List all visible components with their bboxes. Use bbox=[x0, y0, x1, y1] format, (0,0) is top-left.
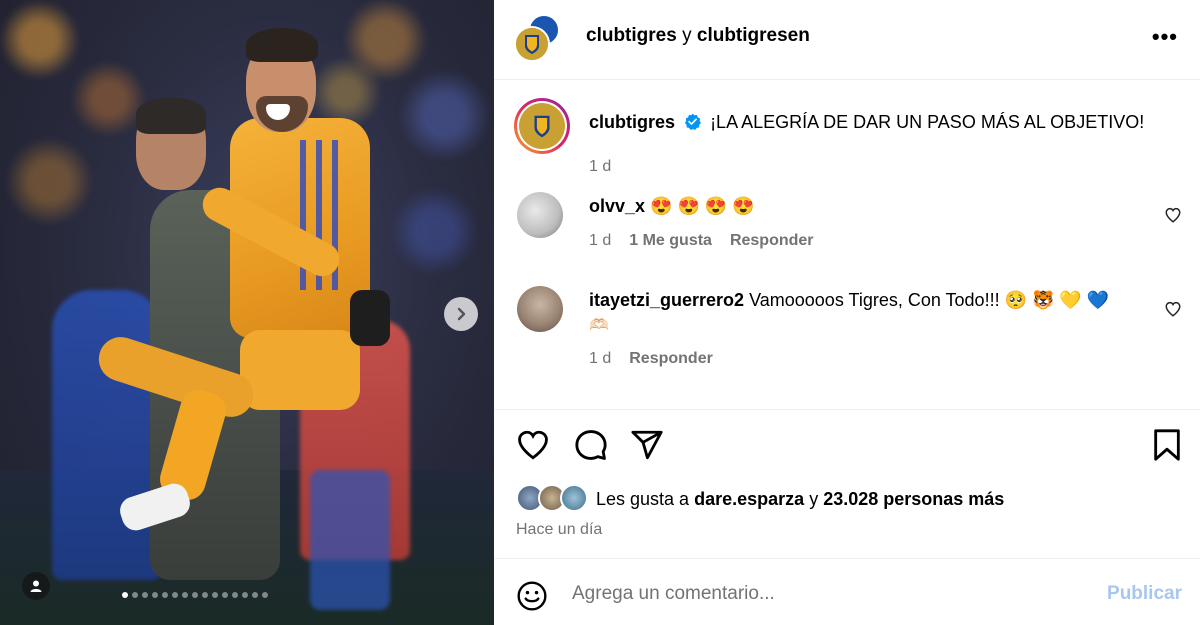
background-player-shorts bbox=[310, 470, 390, 610]
emoji-smiley-icon[interactable] bbox=[516, 580, 548, 612]
post-authors: clubtigres y clubtigresen bbox=[586, 25, 810, 47]
author-link-clubtigresen[interactable]: clubtigresen bbox=[697, 25, 810, 46]
likes-connector: y bbox=[809, 488, 819, 509]
carousel-dot bbox=[182, 592, 188, 598]
post-details-panel: clubtigres y clubtigresen ••• clubtigres… bbox=[494, 0, 1200, 625]
carousel-dot bbox=[192, 592, 198, 598]
comments-section[interactable]: clubtigres ¡LA ALEGRÍA DE DAR UN PASO MÁ… bbox=[494, 80, 1200, 410]
verified-badge-icon bbox=[684, 113, 701, 130]
likes-prefix: Les gusta a bbox=[596, 488, 690, 509]
post-header: clubtigres y clubtigresen ••• bbox=[494, 0, 1200, 80]
comment-text-row: olvv_x 😍 😍 😍 😍 bbox=[589, 194, 1149, 218]
liker-avatars[interactable] bbox=[516, 484, 592, 514]
background-player-blue bbox=[52, 290, 162, 580]
tigres-crest-icon bbox=[519, 103, 565, 149]
caption-meta: 1 d bbox=[589, 158, 611, 176]
bookmark-icon[interactable] bbox=[1152, 428, 1182, 462]
comment-username[interactable]: olvv_x bbox=[589, 196, 645, 216]
likes-summary: Les gusta a dare.esparza y 23.028 person… bbox=[516, 484, 1004, 514]
commenter-avatar[interactable] bbox=[517, 192, 563, 238]
carousel-dot bbox=[172, 592, 178, 598]
post-action-bar bbox=[494, 410, 1200, 480]
comment-username[interactable]: itayetzi_guerrero2 bbox=[589, 290, 744, 310]
carousel-dot bbox=[202, 592, 208, 598]
striker-hair bbox=[246, 28, 318, 62]
comment-item: olvv_x 😍 😍 😍 😍 1 d 1 Me gusta Responder bbox=[514, 192, 1200, 272]
comment-meta: 1 d Responder bbox=[589, 350, 713, 368]
caption-time[interactable]: 1 d bbox=[589, 158, 611, 176]
post-caption: clubtigres ¡LA ALEGRÍA DE DAR UN PASO MÁ… bbox=[514, 98, 1200, 175]
caption-text-row: clubtigres ¡LA ALEGRÍA DE DAR UN PASO MÁ… bbox=[589, 110, 1149, 134]
carousel-dot bbox=[122, 592, 128, 598]
comment-time[interactable]: 1 d bbox=[589, 232, 611, 250]
comment-input[interactable] bbox=[572, 579, 1092, 609]
heart-icon[interactable] bbox=[516, 428, 550, 462]
publish-comment-button[interactable]: Publicar bbox=[1107, 583, 1182, 605]
author-link-clubtigres[interactable]: clubtigres bbox=[586, 25, 677, 46]
carousel-dot bbox=[152, 592, 158, 598]
comment-like-heart-icon[interactable] bbox=[1164, 300, 1182, 318]
liker-username[interactable]: dare.esparza bbox=[694, 489, 804, 510]
striker-shorts bbox=[240, 330, 360, 410]
carousel-dot bbox=[212, 592, 218, 598]
goalkeeper-glove bbox=[350, 290, 390, 346]
collab-avatars[interactable] bbox=[514, 14, 564, 64]
comment-item: itayetzi_guerrero2 Vamooooos Tigres, Con… bbox=[514, 286, 1200, 386]
comment-like-heart-icon[interactable] bbox=[1164, 206, 1182, 224]
carousel-dot bbox=[232, 592, 238, 598]
carousel-dot bbox=[242, 592, 248, 598]
avatar-clubtigres[interactable] bbox=[514, 26, 550, 62]
carousel-indicator bbox=[122, 592, 268, 598]
commenter-avatar[interactable] bbox=[517, 286, 563, 332]
more-options-button[interactable]: ••• bbox=[1152, 24, 1178, 50]
carousel-dot bbox=[142, 592, 148, 598]
comment-bubble-icon[interactable] bbox=[574, 428, 608, 462]
author-connector: y bbox=[682, 25, 692, 46]
chevron-right-icon bbox=[457, 307, 466, 321]
carousel-dot bbox=[222, 592, 228, 598]
add-comment-bar: Publicar bbox=[494, 558, 1200, 625]
goalkeeper-hair bbox=[136, 98, 206, 134]
comment-meta: 1 d 1 Me gusta Responder bbox=[589, 232, 814, 250]
caption-avatar-ring[interactable] bbox=[514, 98, 570, 154]
paper-plane-icon[interactable] bbox=[630, 428, 664, 462]
caption-avatar bbox=[517, 101, 567, 151]
carousel-dot bbox=[162, 592, 168, 598]
comment-body: Vamooooos Tigres, Con Todo!!! 🥺 🐯 💛 💙 bbox=[749, 290, 1110, 310]
tagged-users-button[interactable] bbox=[22, 572, 50, 600]
post-timestamp[interactable]: Hace un día bbox=[516, 521, 602, 539]
comment-likes-count[interactable]: 1 Me gusta bbox=[629, 232, 712, 250]
carousel-dot bbox=[262, 592, 268, 598]
tigres-crest-icon bbox=[516, 28, 548, 60]
comment-text-row: itayetzi_guerrero2 Vamooooos Tigres, Con… bbox=[589, 288, 1149, 338]
comment-time[interactable]: 1 d bbox=[589, 350, 611, 368]
comment-body-line2: 🫶🏻 bbox=[589, 317, 609, 334]
user-tag-icon bbox=[30, 580, 42, 592]
carousel-dot bbox=[132, 592, 138, 598]
caption-username[interactable]: clubtigres bbox=[589, 112, 675, 132]
comment-body: 😍 😍 😍 😍 bbox=[650, 196, 755, 216]
comment-reply-button[interactable]: Responder bbox=[730, 232, 814, 250]
carousel-dot bbox=[252, 592, 258, 598]
carousel-next-button[interactable] bbox=[444, 297, 478, 331]
comment-reply-button[interactable]: Responder bbox=[629, 350, 713, 368]
likes-count[interactable]: 23.028 personas más bbox=[823, 489, 1004, 510]
post-media[interactable] bbox=[0, 0, 494, 625]
caption-body: ¡LA ALEGRÍA DE DAR UN PASO MÁS AL OBJETI… bbox=[710, 112, 1145, 132]
liker-avatar bbox=[560, 484, 588, 512]
